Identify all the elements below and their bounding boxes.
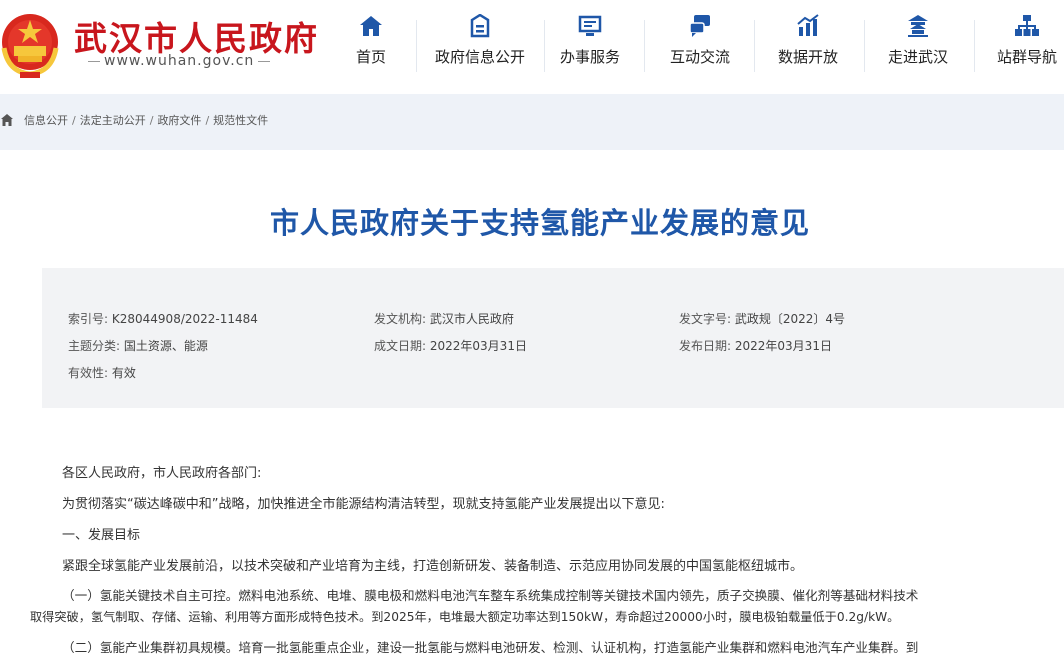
nav-label: 政府信息公开 xyxy=(434,48,525,66)
meta-value: 武汉市人民政府 xyxy=(429,312,514,326)
nav-divider xyxy=(864,20,865,72)
breadcrumb-separator: / xyxy=(72,113,76,127)
site-url-text: www.wuhan.gov.cn xyxy=(104,53,255,69)
meta-issuer: 发文机构: 武汉市人民政府 xyxy=(374,310,514,327)
nav-item-city[interactable]: 走进武汉 xyxy=(884,14,952,67)
nav-label: 走进武汉 xyxy=(887,48,948,66)
meta-value: K28044908/2022-11484 xyxy=(111,312,258,326)
section-heading: 一、发展目标 xyxy=(62,528,141,543)
meta-label: 主题分类: xyxy=(68,339,121,353)
national-emblem-icon xyxy=(1,14,59,78)
nav-item-service[interactable]: 办事服务 xyxy=(556,14,624,67)
nav-divider xyxy=(974,20,975,72)
body-paragraph: 为贯彻落实“碳达峰碳中和”战略，加快推进全市能源结构清洁转型，现就支持氢能产业发… xyxy=(62,497,665,512)
meta-doc-number: 发文字号: 武政规〔2022〕4号 xyxy=(679,310,845,327)
info-public-icon xyxy=(470,14,490,38)
nav-label: 数据开放 xyxy=(777,48,838,66)
sitemap-icon xyxy=(1015,15,1039,36)
nav-label: 互动交流 xyxy=(669,48,730,66)
breadcrumb-separator: / xyxy=(149,113,154,127)
meta-value: 有效 xyxy=(111,366,136,380)
breadcrumb-item-gov-docs[interactable]: 政府文件 xyxy=(157,112,201,128)
nav-divider xyxy=(644,20,645,72)
body-paragraph-continued: 取得突破，氢气制取、存储、运输、利用等方面形成特色技术。到2025年，电堆最大额… xyxy=(30,610,900,624)
site-header: 武汉市人民政府 www.wuhan.gov.cn 首页 政府信息公开 办事服务 … xyxy=(0,0,1064,94)
page-title: 市人民政府关于支持氢能产业发展的意见 xyxy=(269,206,810,240)
breadcrumb-separator: / xyxy=(205,113,210,127)
nav-item-info-public[interactable]: 政府信息公开 xyxy=(430,14,530,67)
nav-item-home[interactable]: 首页 xyxy=(353,14,389,67)
body-paragraph: 紧跟全球氢能产业发展前沿，以技术突破和产业培育为主线，打造创新研发、装备制造、示… xyxy=(62,559,804,574)
breadcrumb-item-info-public[interactable]: 信息公开 xyxy=(24,112,68,128)
meta-value: 2022年03月31日 xyxy=(734,339,832,353)
meta-value: 国土资源、能源 xyxy=(123,339,208,353)
breadcrumb-bar: 信息公开 / 法定主动公开 / 政府文件 / 规范性文件 xyxy=(0,94,1064,150)
meta-validity: 有效性: 有效 xyxy=(68,364,136,381)
home-icon[interactable] xyxy=(0,113,14,127)
document-meta-box: 索引号: K28044908/2022-11484 发文机构: 武汉市人民政府 … xyxy=(42,268,1064,408)
city-icon xyxy=(908,15,928,37)
nav-item-data[interactable]: 数据开放 xyxy=(774,14,842,67)
meta-label: 索引号: xyxy=(68,312,109,326)
nav-divider xyxy=(754,20,755,72)
meta-topic: 主题分类: 国土资源、能源 xyxy=(68,337,208,354)
breadcrumb-item-statutory[interactable]: 法定主动公开 xyxy=(80,112,146,128)
meta-label: 有效性: xyxy=(68,366,109,380)
nav-item-sitemap[interactable]: 站群导航 xyxy=(993,14,1061,67)
data-icon xyxy=(797,14,819,36)
body-paragraph: （二）氢能产业集群初具规模。培育一批氢能重点企业，建设一批氢能与燃料电池研发、检… xyxy=(62,640,919,655)
meta-label: 发文字号: xyxy=(679,312,732,326)
breadcrumb-item-normative-docs[interactable]: 规范性文件 xyxy=(213,112,268,128)
body-paragraph: 各区人民政府，市人民政府各部门: xyxy=(62,466,262,481)
meta-value: 2022年03月31日 xyxy=(429,339,527,353)
nav-item-interaction[interactable]: 互动交流 xyxy=(666,14,734,67)
nav-divider xyxy=(544,20,545,72)
service-icon xyxy=(578,15,602,36)
meta-value: 武政规〔2022〕4号 xyxy=(734,312,846,326)
interaction-icon xyxy=(689,15,710,37)
meta-label: 发布日期: xyxy=(679,339,732,353)
home-icon xyxy=(360,16,382,36)
meta-label: 发文机构: xyxy=(374,312,427,326)
nav-label: 办事服务 xyxy=(559,48,620,66)
meta-label: 成文日期: xyxy=(374,339,427,353)
body-paragraph: （一）氢能关键技术自主可控。燃料电池系统、电堆、膜电极和燃料电池汽车整车系统集成… xyxy=(62,588,919,603)
meta-created-date: 成文日期: 2022年03月31日 xyxy=(374,337,527,354)
nav-label: 首页 xyxy=(355,48,386,66)
breadcrumb: 信息公开 / 法定主动公开 / 政府文件 / 规范性文件 xyxy=(0,112,268,128)
nav-divider xyxy=(416,20,417,72)
meta-published-date: 发布日期: 2022年03月31日 xyxy=(679,337,832,354)
nav-label: 站群导航 xyxy=(996,48,1057,66)
meta-index: 索引号: K28044908/2022-11484 xyxy=(68,310,258,327)
site-url: www.wuhan.gov.cn xyxy=(84,53,274,69)
